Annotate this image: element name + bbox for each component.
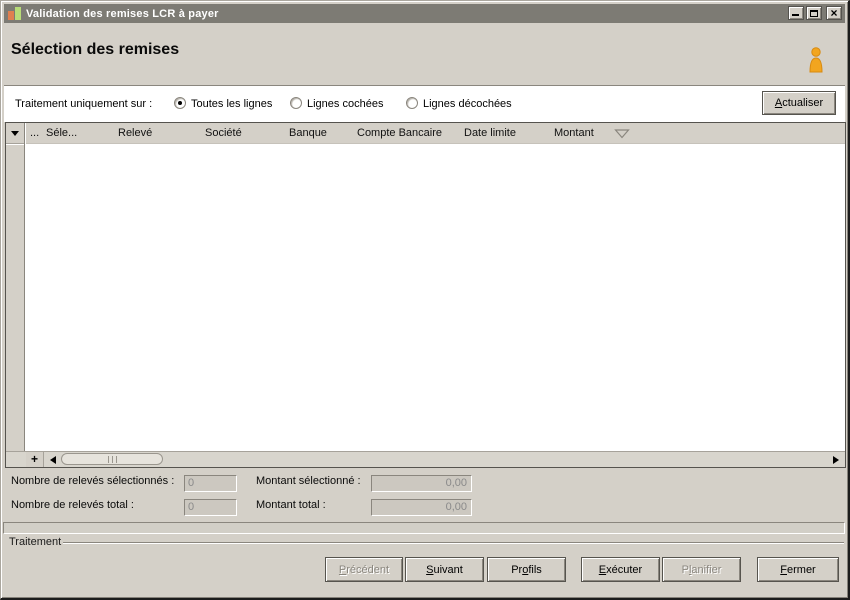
- selected-count-field: 0: [184, 475, 237, 492]
- add-row-button[interactable]: +: [26, 452, 44, 467]
- page-title: Sélection des remises: [11, 41, 180, 58]
- total-count-field: 0: [184, 499, 237, 516]
- close-icon: ×: [830, 6, 838, 20]
- scrollbar-thumb[interactable]: [61, 453, 163, 465]
- selected-amount-field: 0,00: [371, 475, 472, 492]
- selected-count-label: Nombre de relevés sélectionnés :: [11, 475, 175, 487]
- radio-all-lines-label[interactable]: Toutes les lignes: [191, 98, 272, 110]
- total-count-label: Nombre de relevés total :: [11, 499, 134, 511]
- remittances-grid: ... Séle... Relevé Société Banque Compte…: [5, 122, 846, 468]
- app-icon-green-bar: [15, 7, 21, 20]
- maximize-button[interactable]: [806, 6, 822, 20]
- horizontal-scrollbar[interactable]: +: [6, 451, 845, 467]
- column-header-societe[interactable]: Société: [205, 123, 242, 144]
- close-dialog-button[interactable]: Fermer: [757, 557, 839, 582]
- refresh-button[interactable]: Actualiser: [762, 91, 836, 115]
- radio-unchecked-lines[interactable]: [406, 97, 418, 109]
- treatment-group-line: [63, 542, 844, 544]
- radio-all-lines[interactable]: [174, 97, 186, 109]
- minimize-icon: [792, 14, 799, 16]
- radio-checked-lines-label[interactable]: Lignes cochées: [307, 98, 383, 110]
- column-header-releve[interactable]: Relevé: [118, 123, 152, 144]
- radio-unchecked-lines-label[interactable]: Lignes décochées: [423, 98, 512, 110]
- profiles-button[interactable]: Pr o fils: [487, 557, 566, 582]
- select-all-arrow-icon: [11, 130, 19, 136]
- treatment-scope-label: Traitement uniquement sur :: [15, 98, 153, 110]
- total-amount-field: 0,00: [371, 499, 472, 516]
- selected-amount-label: Montant sélectionné :: [256, 475, 361, 487]
- column-header-dots[interactable]: ...: [30, 123, 39, 144]
- next-button[interactable]: Suivant: [405, 557, 484, 582]
- column-header-compte-bancaire[interactable]: Compte Bancaire: [357, 123, 442, 144]
- column-header-date-limite[interactable]: Date limite: [464, 123, 516, 144]
- window-title: Validation des remises LCR à payer: [26, 7, 219, 20]
- column-header-selection[interactable]: Séle...: [46, 123, 77, 144]
- person-icon: [806, 46, 826, 77]
- schedule-button: Pl anifier: [662, 557, 741, 582]
- filter-toolbar: Traitement uniquement sur : Toutes les l…: [4, 87, 845, 122]
- total-amount-label: Montant total :: [256, 499, 326, 511]
- previous-button: Précédent: [325, 557, 403, 582]
- title-bar[interactable]: Validation des remises LCR à payer ×: [4, 4, 845, 23]
- radio-checked-lines[interactable]: [290, 97, 302, 109]
- progress-strip: [3, 522, 845, 534]
- treatment-group-label: Traitement: [9, 536, 62, 548]
- scroll-right-icon[interactable]: [833, 456, 839, 464]
- maximize-icon: [810, 10, 818, 17]
- filter-icon[interactable]: [614, 129, 630, 142]
- row-selector-gutter: [6, 123, 25, 451]
- scroll-left-icon[interactable]: [50, 456, 56, 464]
- minimize-button[interactable]: [788, 6, 804, 20]
- close-button[interactable]: ×: [826, 6, 842, 20]
- column-header-banque[interactable]: Banque: [289, 123, 327, 144]
- select-all-header[interactable]: [6, 123, 24, 144]
- dialog-window: Validation des remises LCR à payer × Sél…: [0, 0, 850, 600]
- execute-button[interactable]: Exécuter: [581, 557, 660, 582]
- column-header-montant[interactable]: Montant: [554, 123, 594, 144]
- app-icon: [8, 7, 21, 20]
- app-icon-orange-bar: [8, 11, 14, 20]
